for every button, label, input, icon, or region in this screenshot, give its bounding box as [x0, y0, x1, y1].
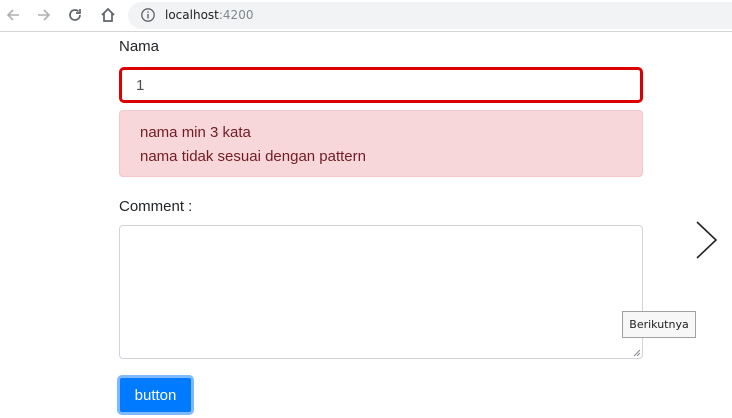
comment-textarea[interactable] — [119, 225, 643, 359]
info-icon[interactable] — [140, 7, 156, 23]
url-text: localhost:4200 — [165, 7, 253, 23]
error-alert: nama min 3 kata nama tidak sesuai dengan… — [119, 110, 643, 177]
submit-button[interactable]: button — [117, 375, 194, 415]
name-label: Nama — [119, 38, 160, 55]
url-port: :4200 — [218, 8, 254, 22]
next-tooltip: Berikutnya — [622, 311, 696, 338]
error-message: nama tidak sesuai dengan pattern — [140, 148, 366, 165]
home-icon[interactable] — [97, 4, 119, 26]
comment-label: Comment : — [119, 198, 193, 215]
forward-icon[interactable] — [33, 4, 55, 26]
back-icon[interactable] — [2, 4, 24, 26]
chevron-right-icon[interactable] — [694, 220, 720, 260]
resize-grip-icon[interactable] — [631, 347, 641, 357]
url-host: localhost — [165, 8, 219, 22]
browser-toolbar: localhost:4200 — [0, 0, 732, 32]
reload-icon[interactable] — [64, 4, 86, 26]
error-message: nama min 3 kata — [140, 124, 251, 141]
name-input[interactable] — [119, 67, 643, 103]
